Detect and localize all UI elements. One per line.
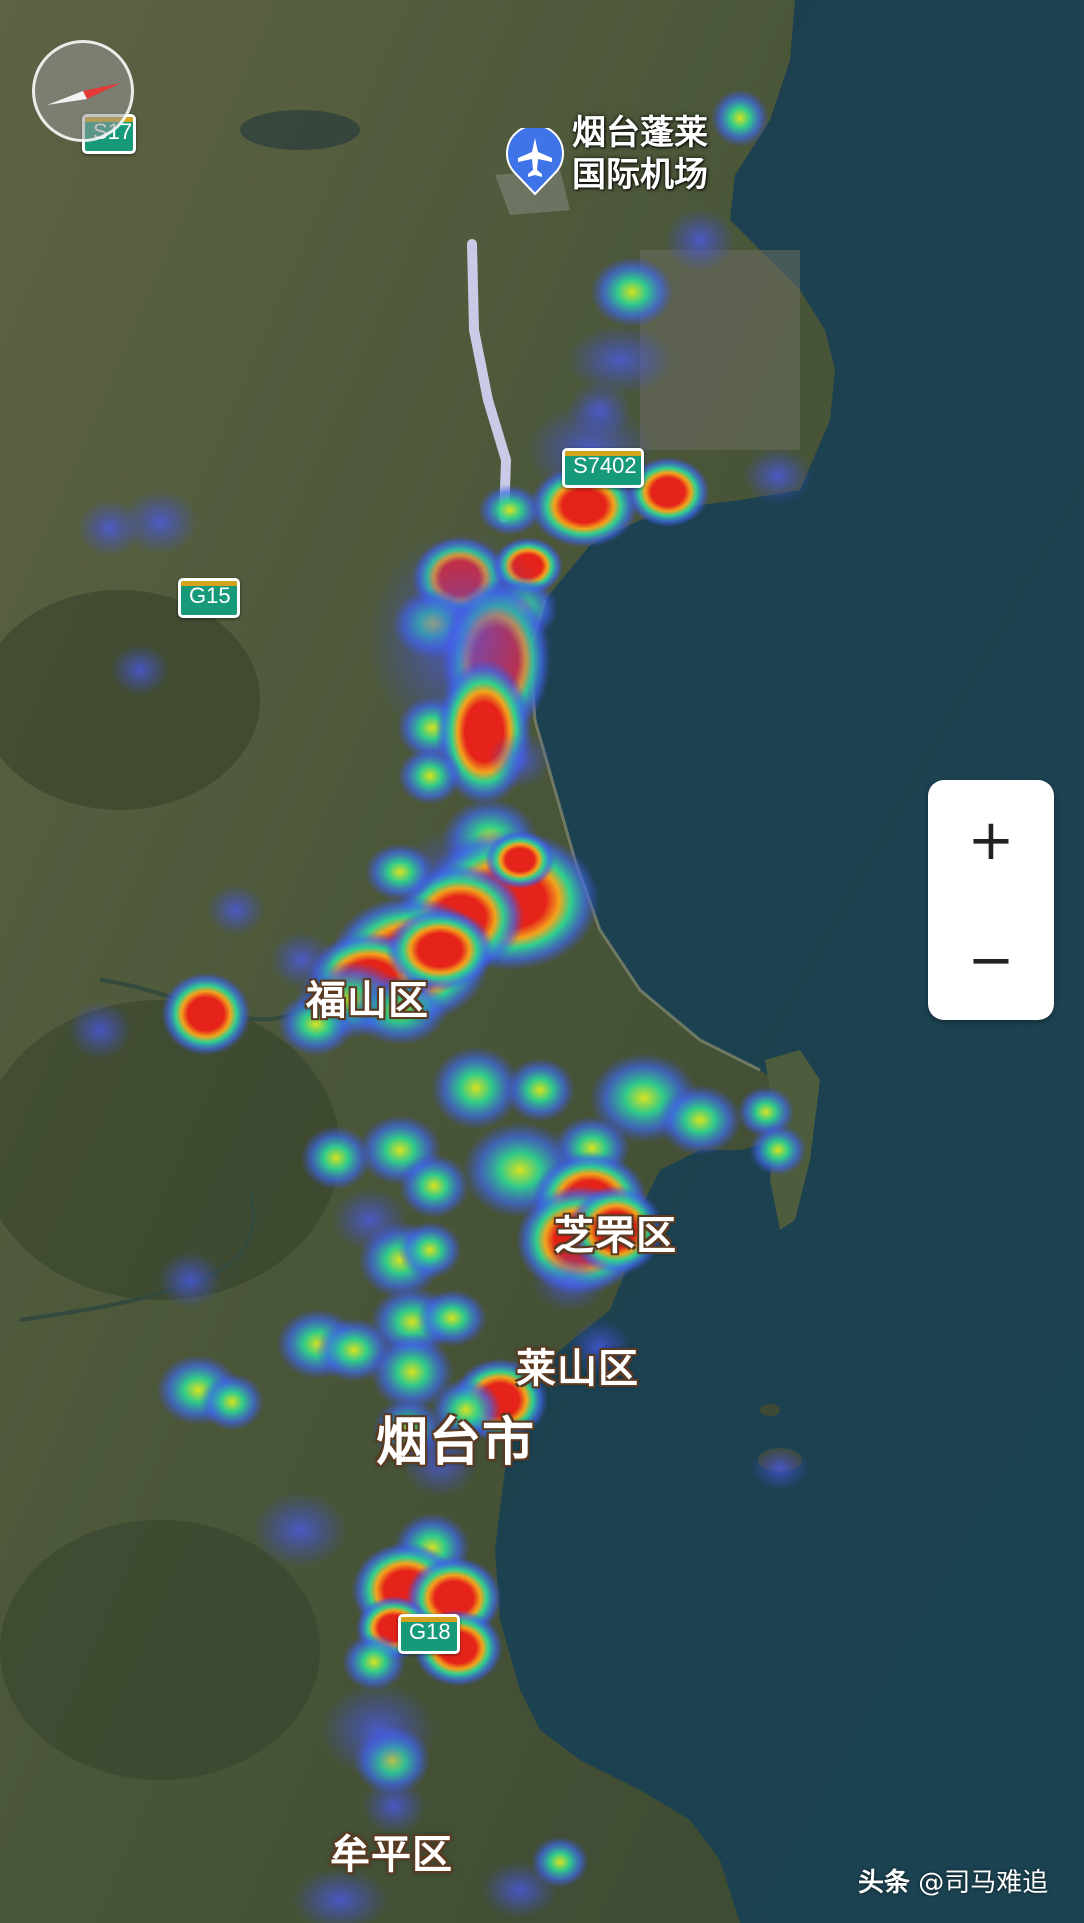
zoom-control: + − (928, 780, 1054, 1020)
city-label-yantai: 烟台市 (376, 1413, 536, 1473)
heat-spot (481, 1861, 559, 1919)
heat-spot (158, 1251, 222, 1309)
heat-spot (331, 1188, 409, 1252)
heat-spot (568, 381, 632, 439)
heat-spot (398, 1221, 462, 1279)
map-canvas[interactable] (0, 0, 1084, 1923)
heat-spot (320, 1682, 436, 1778)
airplane-icon[interactable] (506, 128, 564, 196)
heat-spot (664, 208, 736, 272)
district-label-zhifu: 芝罘区 (554, 1213, 677, 1259)
road-shield-g15: G15 (178, 578, 240, 618)
heat-spot (111, 644, 169, 696)
road-shield-g18: G18 (398, 1614, 460, 1654)
zoom-out-button[interactable]: − (928, 900, 1054, 1020)
heat-spot (590, 256, 674, 328)
heat-spot (565, 324, 675, 396)
road-shield-s7402: S7402 (562, 448, 644, 488)
heat-spot (484, 831, 556, 889)
watermark-handle: @司马难追 (918, 1868, 1049, 1898)
heat-spot (504, 1058, 576, 1122)
airport-label: 烟台蓬莱 国际机场 (572, 112, 708, 196)
heat-spot (252, 1491, 348, 1569)
heat-spot (68, 1001, 132, 1059)
district-label-fushan: 福山区 (306, 978, 429, 1024)
heat-spot (749, 1124, 807, 1176)
district-label-laishan: 莱山区 (516, 1346, 639, 1392)
island (760, 1404, 780, 1416)
watermark-prefix: 头条 (858, 1868, 911, 1898)
heat-spot (711, 89, 769, 147)
district-label-muping: 牟平区 (330, 1832, 453, 1878)
heat-spot (478, 484, 542, 536)
zoom-in-button[interactable]: + (928, 780, 1054, 900)
heat-spot (200, 1373, 264, 1431)
compass-icon[interactable] (32, 40, 134, 142)
heat-spot (742, 447, 814, 505)
heat-spot (658, 1084, 742, 1156)
heat-spot (78, 499, 142, 557)
compass-needle-icon (47, 83, 121, 105)
airport-name-line1: 烟台蓬莱 (572, 113, 708, 153)
heat-spot (161, 972, 251, 1056)
terrain (240, 110, 360, 150)
airport-name-line2: 国际机场 (572, 155, 708, 195)
heat-spot (398, 1154, 470, 1218)
heat-spot (488, 731, 552, 789)
heat-spot (398, 747, 462, 805)
watermark: 头条 @司马难追 (858, 1862, 1048, 1899)
heat-spot (364, 843, 436, 901)
heat-spot (207, 884, 265, 936)
heat-spot (751, 1445, 809, 1491)
